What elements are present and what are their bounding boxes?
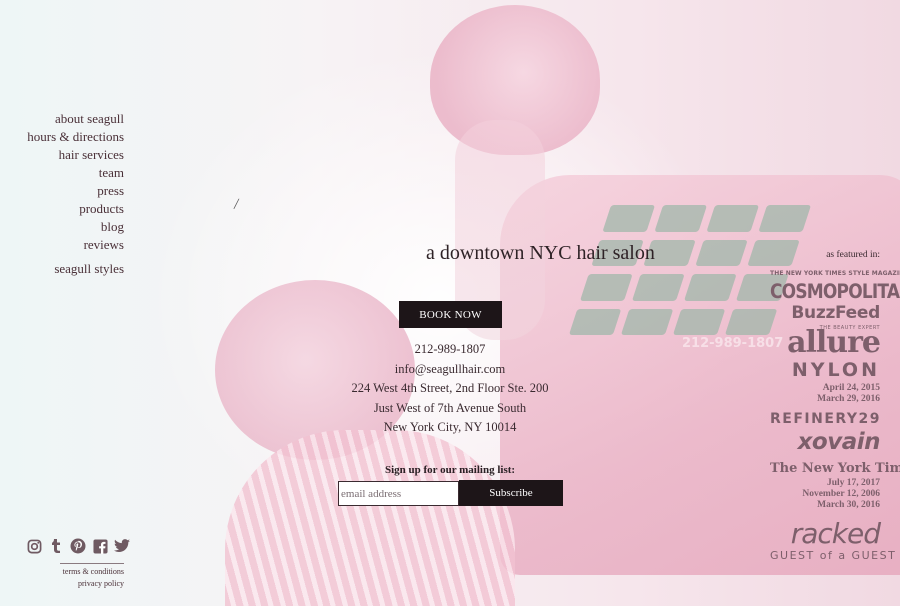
new-york-times-logo[interactable]: The New York Times: [770, 461, 900, 476]
nav-item-team[interactable]: team: [27, 164, 124, 182]
nyt-date[interactable]: March 30, 2016: [770, 500, 880, 511]
mailing-list-label: Sign up for our mailing list:: [384, 464, 516, 476]
email-input-placeholder: email address: [341, 487, 402, 500]
twitter-icon[interactable]: [114, 538, 130, 554]
racked-logo[interactable]: racked: [770, 519, 881, 549]
nyt-date[interactable]: November 12, 2006: [770, 489, 880, 500]
nyt-date[interactable]: July 17, 2017: [770, 478, 880, 489]
decorative-slash: /: [232, 195, 240, 214]
contact-address-line1: 224 West 4th Street, 2nd Floor Ste. 200: [351, 381, 549, 395]
xovain-logo[interactable]: xovain: [770, 429, 881, 455]
nav-item-blog[interactable]: blog: [27, 218, 124, 236]
nylon-date[interactable]: April 24, 2015: [770, 383, 880, 394]
nav-item-reviews[interactable]: reviews: [27, 236, 124, 254]
nyt-dates: July 17, 2017 November 12, 2006 March 30…: [770, 478, 880, 511]
refinery29-logo[interactable]: REFINERY29: [770, 411, 880, 427]
buzzfeed-logo[interactable]: BuzzFeed: [770, 303, 880, 323]
subscribe-button[interactable]: Subscribe: [459, 480, 563, 506]
email-input[interactable]: email address: [338, 481, 459, 506]
contact-phone[interactable]: 212-989-1807: [300, 340, 600, 360]
page-tagline: a downtown NYC hair salon: [426, 242, 655, 264]
press-column: as featured in: THE NEW YORK TIMES STYLE…: [770, 250, 900, 562]
book-now-button[interactable]: BOOK NOW: [399, 301, 502, 328]
nav-item-press[interactable]: press: [27, 182, 124, 200]
privacy-link[interactable]: privacy policy: [63, 578, 124, 590]
nylon-date[interactable]: March 29, 2016: [770, 394, 880, 405]
tumblr-icon[interactable]: [48, 538, 64, 554]
nav-item-seagull-styles[interactable]: seagull styles: [27, 260, 124, 278]
social-links: [26, 538, 130, 554]
contact-address-line2: Just West of 7th Avenue South: [373, 400, 527, 415]
footer-links: terms & conditions privacy policy: [63, 566, 124, 590]
allure-logo[interactable]: allure: [770, 328, 881, 358]
featured-label: as featured in:: [826, 250, 880, 260]
pinterest-icon[interactable]: [70, 538, 86, 554]
terms-link[interactable]: terms & conditions: [63, 566, 124, 578]
cosmopolitan-logo[interactable]: COSMOPOLITAN: [770, 281, 900, 304]
contact-address-line3: New York City, NY 10014: [383, 420, 517, 434]
facebook-icon[interactable]: [92, 538, 108, 554]
nav-item-hair-services[interactable]: hair services: [27, 146, 124, 164]
nylon-dates: April 24, 2015 March 29, 2016: [770, 383, 880, 405]
nav-item-hours-directions[interactable]: hours & directions: [27, 128, 124, 146]
instagram-icon[interactable]: [26, 538, 42, 554]
contact-email[interactable]: info@seagullhair.com: [300, 360, 600, 380]
footer-divider: [60, 563, 124, 564]
guest-of-a-guest-logo[interactable]: GUEST of a GUEST: [770, 549, 895, 562]
nylon-logo[interactable]: NYLON: [770, 359, 880, 381]
nav-item-products[interactable]: products: [27, 200, 124, 218]
main-nav: about seagull hours & directions hair se…: [27, 110, 124, 278]
nyt-style-magazine-logo[interactable]: THE NEW YORK TIMES STYLE MAGAZINE: [770, 270, 900, 277]
nav-item-about[interactable]: about seagull: [27, 110, 124, 128]
contact-info: 212-989-1807 info@seagullhair.com 224 We…: [300, 340, 600, 438]
